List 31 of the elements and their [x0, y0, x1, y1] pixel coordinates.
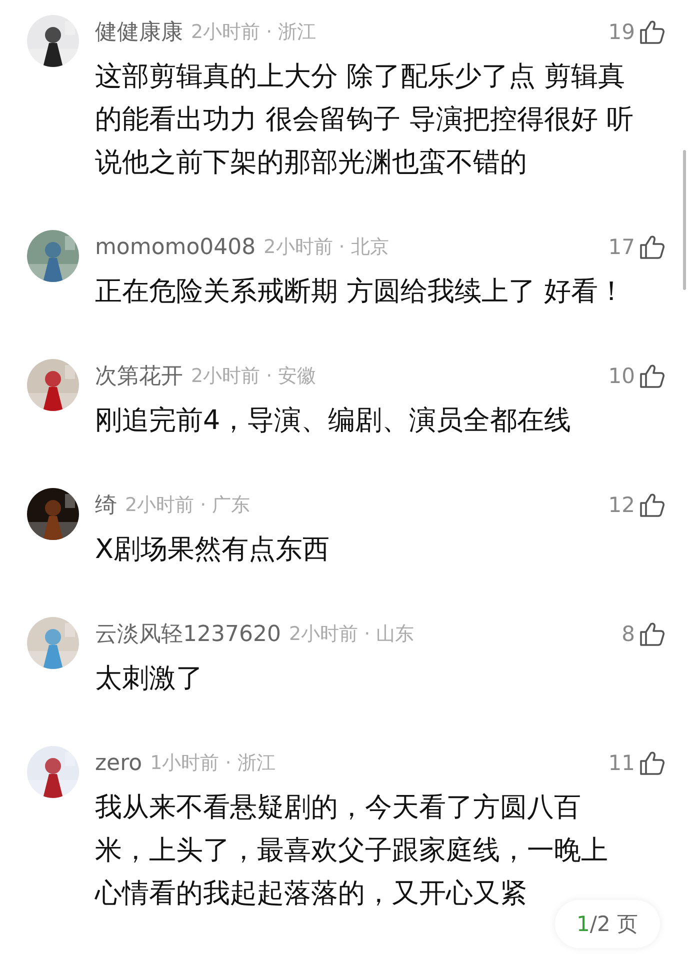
user-name[interactable]: 次第花开 [95, 361, 183, 391]
like-count: 12 [608, 493, 635, 517]
like-count: 8 [622, 622, 635, 646]
thumbs-up-icon[interactable] [639, 621, 665, 647]
comment-text: 正在危险关系戒断期 方圆给我续上了 好看！ [95, 275, 626, 309]
user-name[interactable]: 云淡风轻1237620 [95, 619, 281, 649]
comment-text: 太刺激了 [95, 662, 204, 696]
thumbs-up-icon[interactable] [639, 19, 665, 45]
comment-meta: 2小时前 · 安徽 [191, 364, 316, 389]
page-indicator: 1/2 页 [554, 900, 660, 948]
comment-meta: 2小时前 · 浙江 [191, 20, 316, 45]
user-name[interactable]: 绮 [95, 490, 117, 520]
comment-meta: 1小时前 · 浙江 [150, 751, 276, 776]
comment-text: 刚追完前4，导演、编剧、演员全都在线 [95, 404, 572, 438]
comment-text: X剧场果然有点东西 [95, 533, 330, 567]
like-count: 19 [608, 20, 635, 44]
comment-meta: 2小时前 · 广东 [125, 493, 250, 518]
like-count: 10 [608, 364, 635, 388]
like-count: 11 [608, 751, 635, 775]
thumbs-up-icon[interactable] [639, 234, 665, 260]
thumbs-up-icon[interactable] [639, 750, 665, 776]
like-count: 17 [608, 235, 635, 259]
thumbs-up-icon[interactable] [639, 492, 665, 518]
scrollbar[interactable] [683, 150, 686, 290]
user-name[interactable]: momomo0408 [95, 234, 256, 260]
user-name[interactable]: zero [95, 750, 142, 776]
user-name[interactable]: 健健康康 [95, 17, 183, 47]
thumbs-up-icon[interactable] [639, 363, 665, 389]
comment-text: 这部剪辑真的上大分 除了配乐少了点 剪辑真 的能看出功力 很会留钩子 导演把控得很好 听 说他之前下架的那部光渊也蛮不错的 [95, 60, 635, 180]
comment-meta: 2小时前 · 北京 [264, 235, 389, 260]
comment-meta: 2小时前 · 山东 [288, 622, 414, 647]
